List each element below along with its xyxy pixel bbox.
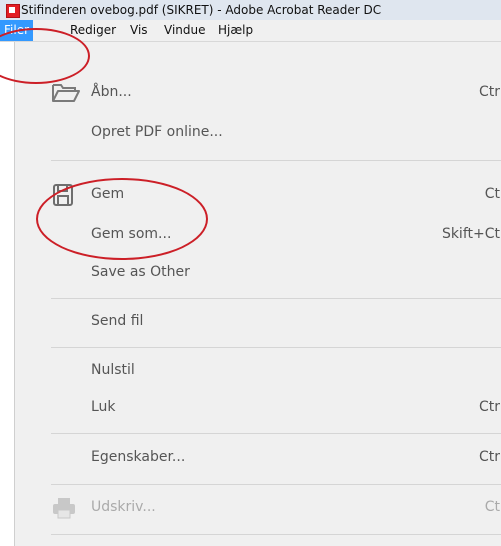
menu-entry-shortcut: Ct — [484, 186, 500, 202]
menu-entry-create-pdf-online[interactable]: Opret PDF online... — [15, 113, 501, 153]
menu-entry-close[interactable]: Luk Ctr — [15, 388, 501, 428]
menu-entry-label: Åbn... — [91, 84, 132, 100]
window-title: Stifinderen ovebog.pdf (SIKRET) - Adobe … — [21, 3, 382, 17]
menu-entry-shortcut: Ctr — [478, 399, 500, 415]
menu-separator — [51, 484, 501, 485]
menu-entry-shortcut: Ctr — [478, 449, 500, 465]
menu-entry-send-file[interactable]: Send fil — [15, 302, 501, 342]
menu-entry-shortcut: Ctr — [478, 84, 500, 100]
menu-entry-label: Gem — [91, 186, 125, 202]
menu-entry-label: Opret PDF online... — [91, 124, 223, 140]
acrobat-app-icon — [6, 4, 20, 18]
printer-icon — [51, 496, 77, 520]
title-bar: Stifinderen ovebog.pdf (SIKRET) - Adobe … — [0, 0, 501, 20]
menu-entry-properties[interactable]: Egenskaber... Ctr — [15, 438, 501, 478]
menu-entry-save[interactable]: Gem Ct — [15, 175, 501, 215]
menu-separator — [51, 347, 501, 348]
menu-entry-reset[interactable]: Nulstil — [15, 351, 501, 391]
menu-filer[interactable]: Filer — [0, 20, 34, 41]
save-floppy-icon — [51, 183, 77, 207]
file-menu-dropdown: Åbn... Ctr Opret PDF online... Gem Ct Ge… — [14, 42, 501, 546]
menu-entry-save-as[interactable]: Gem som... Skift+Ct — [15, 215, 501, 255]
menu-entry-label: Nulstil — [91, 362, 135, 378]
menu-entry-label: Luk — [91, 399, 116, 415]
menu-vindue[interactable]: Vindue — [160, 20, 210, 41]
menu-entry-label: Egenskaber... — [91, 449, 186, 465]
menu-hjaelp[interactable]: Hjælp — [214, 20, 257, 41]
menu-entry-label: Gem som... — [91, 226, 172, 242]
menu-entry-print: Udskriv... Ct — [15, 488, 501, 528]
menu-rediger[interactable]: Rediger — [66, 20, 120, 41]
menu-separator — [51, 433, 501, 434]
open-folder-icon — [51, 81, 80, 105]
menu-entry-save-as-other[interactable]: Save as Other — [15, 253, 501, 293]
menu-separator — [51, 160, 501, 161]
menu-entry-shortcut: Ct — [484, 499, 500, 515]
menu-entry-shortcut: Skift+Ct — [441, 226, 500, 242]
menu-bar: Filer Rediger Vis Vindue Hjælp — [0, 20, 501, 42]
menu-vis[interactable]: Vis — [126, 20, 152, 41]
menu-entry-label: Udskriv... — [91, 499, 156, 515]
menu-entry-label: Send fil — [91, 313, 144, 329]
menu-separator — [51, 298, 501, 299]
menu-entry-label: Save as Other — [91, 264, 190, 280]
menu-separator — [51, 534, 501, 535]
menu-entry-open[interactable]: Åbn... Ctr — [15, 73, 501, 113]
